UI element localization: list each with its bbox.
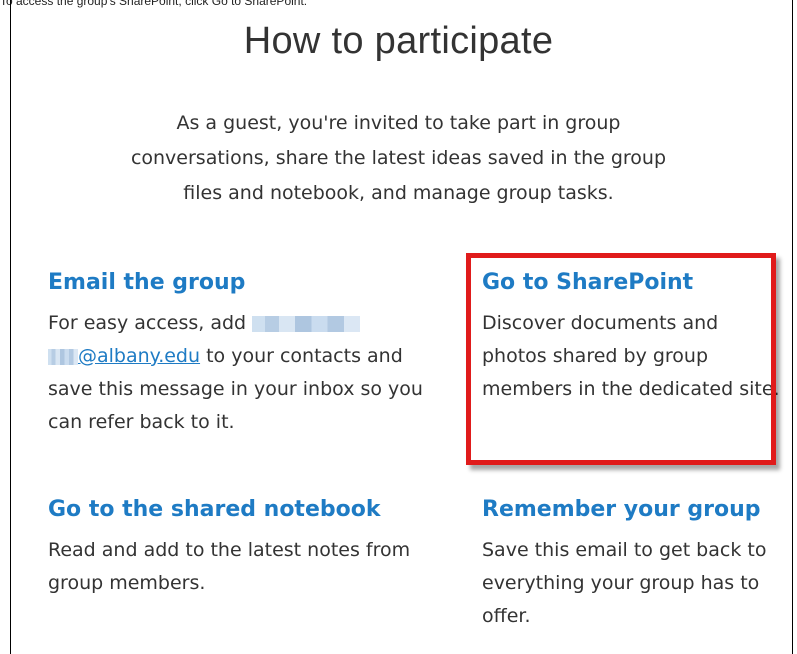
go-to-notebook-link[interactable]: Go to the shared notebook [48, 497, 438, 522]
card-remember-group: Remember your group Save this email to g… [482, 497, 782, 633]
card-shared-notebook: Go to the shared notebook Read and add t… [48, 497, 438, 600]
email-group-description: For easy access, add @albany.edu to your… [48, 307, 438, 439]
remember-group-heading: Remember your group [482, 497, 761, 522]
remember-group-description: Save this email to get back to everythin… [482, 539, 767, 627]
card-email-group: Email the group For easy access, add @al… [48, 270, 438, 439]
redacted-address [48, 348, 78, 365]
redacted-name [252, 315, 361, 332]
email-group-link[interactable]: Email the group [48, 270, 438, 295]
email-text-before: For easy access, add [48, 312, 247, 334]
sharepoint-highlight-box [466, 253, 776, 465]
notebook-description: Read and add to the latest notes from gr… [48, 539, 411, 594]
group-email-link[interactable]: @albany.edu [78, 345, 200, 367]
page-title: How to participate [243, 20, 554, 62]
intro-paragraph: As a guest, you're invited to take part … [130, 112, 667, 204]
